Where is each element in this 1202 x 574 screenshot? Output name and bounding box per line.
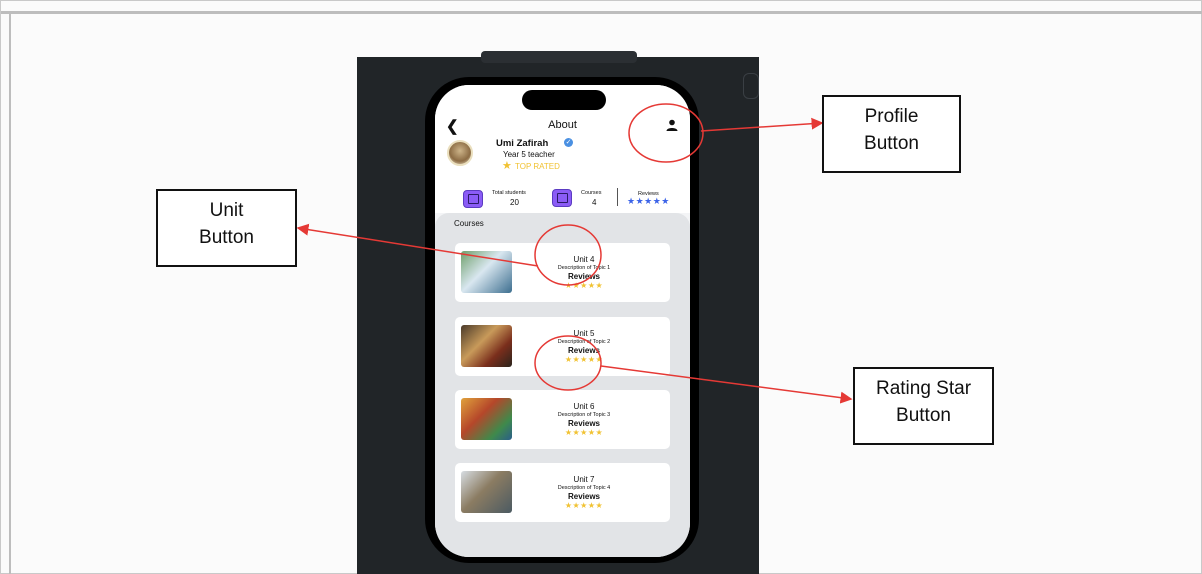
- device-side-control: [743, 73, 759, 99]
- teacher-name: Umi Zafirah: [496, 138, 549, 149]
- callout-text: Rating Star: [875, 378, 972, 399]
- course-card-unit-7[interactable]: Unit 7 Description of Topic 4 Reviews ★★…: [455, 463, 670, 522]
- callout-text: Button: [896, 405, 951, 426]
- course-title[interactable]: Unit 6: [515, 402, 653, 411]
- stat-divider: [617, 188, 618, 206]
- profile-button[interactable]: [665, 118, 679, 132]
- device-topstrip: [481, 51, 637, 63]
- course-description: Description of Topic 1: [557, 265, 611, 271]
- course-card-unit-4[interactable]: Unit 4 Description of Topic 1 Reviews ★★…: [455, 243, 670, 302]
- course-rating-stars[interactable]: ★★★★★: [515, 428, 653, 437]
- course-rating-stars[interactable]: ★★★★★: [515, 501, 653, 510]
- course-reviews-label: Reviews: [567, 419, 601, 428]
- callout-text: Button: [864, 133, 919, 154]
- verified-check-icon: ✓: [564, 138, 573, 147]
- course-thumbnail: [461, 471, 512, 513]
- frame-border-left: [9, 11, 11, 574]
- course-description: Description of Topic 3: [557, 412, 611, 418]
- course-description: Description of Topic 2: [557, 339, 611, 345]
- course-thumbnail: [461, 398, 512, 440]
- callout-profile-button: Profile Button: [822, 95, 961, 173]
- star-icon: ★: [502, 160, 512, 172]
- course-title[interactable]: Unit 5: [515, 329, 653, 338]
- documentation-canvas: ❮ About Umi Zafirah ✓ Year 5 teacher ★ T…: [0, 0, 1202, 574]
- courses-section-title: Courses: [454, 219, 484, 228]
- page-title: About: [548, 119, 577, 131]
- course-card-unit-5[interactable]: Unit 5 Description of Topic 2 Reviews ★★…: [455, 317, 670, 376]
- stat-reviews-stars[interactable]: ★★★★★: [627, 196, 670, 207]
- course-description: Description of Topic 4: [557, 485, 611, 491]
- app-screen: ❮ About Umi Zafirah ✓ Year 5 teacher ★ T…: [435, 85, 690, 557]
- stat-students-label: Total students: [492, 190, 526, 196]
- callout-text: Button: [199, 227, 254, 248]
- callout-rating-star-button: Rating Star Button: [853, 367, 994, 445]
- top-rated-badge: TOP RATED: [515, 162, 560, 171]
- user-icon: [666, 119, 678, 131]
- students-icon: [463, 190, 483, 208]
- courses-icon: [552, 189, 572, 207]
- stat-courses-label: Courses: [581, 190, 602, 196]
- course-thumbnail: [461, 251, 512, 293]
- course-card-unit-6[interactable]: Unit 6 Description of Topic 3 Reviews ★★…: [455, 390, 670, 449]
- avatar: [447, 140, 473, 166]
- course-rating-stars[interactable]: ★★★★★: [515, 355, 653, 364]
- course-title[interactable]: Unit 4: [515, 255, 653, 264]
- stat-students-value: 20: [510, 198, 519, 207]
- course-reviews-label: Reviews: [567, 492, 601, 501]
- teacher-role: Year 5 teacher: [503, 150, 555, 159]
- course-rating-stars[interactable]: ★★★★★: [515, 281, 653, 290]
- stat-courses-value: 4: [592, 198, 597, 207]
- course-reviews-label: Reviews: [567, 272, 601, 281]
- callout-text: Profile: [864, 106, 919, 127]
- callout-text: Unit: [209, 200, 244, 221]
- course-title[interactable]: Unit 7: [515, 475, 653, 484]
- callout-unit-button: Unit Button: [156, 189, 297, 267]
- dynamic-island: [522, 90, 606, 110]
- course-reviews-label: Reviews: [567, 346, 601, 355]
- course-thumbnail: [461, 325, 512, 367]
- frame-border-top: [1, 11, 1202, 14]
